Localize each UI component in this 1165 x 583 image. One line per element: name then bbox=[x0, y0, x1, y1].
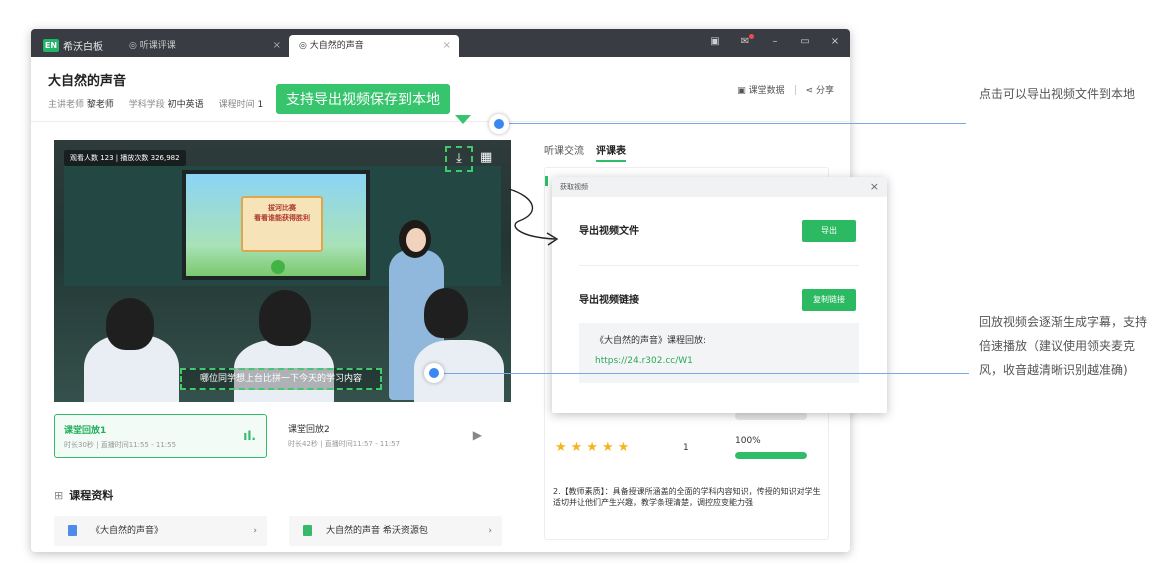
poster-subtitle: 看看谁能获得胜利 bbox=[254, 214, 310, 222]
export-callout: 支持导出视频保存到本地 bbox=[276, 84, 450, 114]
chevron-right-icon: › bbox=[488, 526, 492, 536]
segment-meta: 时长42秒 | 直播时间11:57 - 11:57 bbox=[288, 440, 401, 448]
course-meta: 主讲老师 黎老师 学科学段 初中英语 课程时间 1 bbox=[48, 97, 275, 110]
leader-line bbox=[506, 123, 966, 124]
play-icon bbox=[271, 260, 285, 274]
curved-arrow-icon bbox=[508, 188, 559, 246]
share-label: 分享 bbox=[815, 86, 834, 96]
star-rating: ★★★★★ bbox=[555, 440, 634, 455]
play-icon[interactable]: ▶ bbox=[473, 428, 482, 442]
window-controls: ▣ ✉ – ▭ × bbox=[708, 34, 842, 49]
materials-heading: ⊞ 课程资料 bbox=[54, 487, 113, 503]
header-divider bbox=[31, 121, 850, 122]
feedback-icon[interactable]: ▣ bbox=[708, 35, 722, 49]
notification-dot bbox=[749, 34, 754, 39]
app-logo: EN bbox=[43, 39, 59, 52]
callout-tail bbox=[455, 115, 471, 124]
share-button[interactable]: ⋖ 分享 bbox=[806, 83, 834, 96]
materials-title: 课程资料 bbox=[69, 489, 114, 502]
rating-count: 1 bbox=[683, 443, 689, 453]
close-icon[interactable]: × bbox=[870, 177, 879, 197]
download-icon[interactable]: ⤓ bbox=[445, 146, 473, 172]
progress-bar-track bbox=[735, 412, 807, 420]
divider bbox=[794, 84, 796, 95]
poster-title: 拔河比赛 bbox=[268, 204, 296, 212]
link-title: 《大自然的声音》课程回放: bbox=[595, 336, 707, 346]
classroom-screen: 拔河比赛 看看谁能获得胜利 bbox=[182, 170, 370, 280]
app-title: 希沃白板 bbox=[63, 42, 103, 53]
tab-label: 听课评课 bbox=[139, 41, 176, 51]
segment-title: 课堂回放2 bbox=[288, 425, 330, 435]
globe-icon: ◎ bbox=[129, 41, 140, 51]
export-link-label: 导出视频链接 bbox=[579, 295, 639, 306]
export-button[interactable]: 导出 bbox=[802, 220, 856, 242]
segment-title: 课堂回放1 bbox=[64, 426, 107, 436]
marker-dot bbox=[489, 114, 509, 134]
material-item[interactable]: 大自然的声音 希沃资源包 › bbox=[289, 516, 502, 546]
document-icon bbox=[68, 525, 77, 536]
lecturer-label: 主讲老师 bbox=[48, 100, 85, 110]
close-window-icon[interactable]: × bbox=[828, 35, 842, 49]
screen-content: 拔河比赛 看看谁能获得胜利 bbox=[186, 174, 366, 276]
rating-percent: 100% bbox=[735, 436, 761, 446]
video-player[interactable]: 拔河比赛 看看谁能获得胜利 观看人数 123 | 播放次数 326,982 ⤓ … bbox=[54, 140, 511, 402]
subject-value: 初中英语 bbox=[167, 100, 204, 110]
globe-icon: ◎ bbox=[299, 41, 310, 51]
export-note: 点击可以导出视频文件到本地 bbox=[979, 87, 1136, 101]
rating-progress-bar bbox=[735, 452, 807, 459]
tab-close-icon[interactable]: × bbox=[273, 35, 281, 57]
dialog-header: 获取视频 × bbox=[552, 177, 887, 197]
segment-meta: 时长30秒 | 直播时间11:55 - 11:55 bbox=[64, 441, 177, 449]
evaluation-comment: 2.【教师素质】：具备授课所涵盖的全面的学科内容知识，传授的知识对学生适切并让他… bbox=[553, 487, 821, 507]
chart-icon: ▣ bbox=[737, 86, 749, 96]
export-file-label: 导出视频文件 bbox=[579, 226, 639, 237]
chevron-right-icon: › bbox=[253, 526, 257, 536]
maximize-icon[interactable]: ▭ bbox=[798, 35, 812, 49]
dialog-divider bbox=[579, 265, 859, 266]
grid-icon: ⊞ bbox=[54, 489, 64, 502]
get-video-dialog: 获取视频 × 导出视频文件 导出 导出视频链接 复制链接 《大自然的声音》课程回… bbox=[552, 177, 887, 413]
lecturer-value: 黎老师 bbox=[86, 100, 114, 110]
teacher-face bbox=[406, 228, 426, 252]
subject-label: 学科学段 bbox=[128, 100, 165, 110]
time-label: 课程时间 bbox=[218, 100, 255, 110]
time-value: 1 bbox=[257, 100, 264, 110]
playback-segment-2[interactable]: 课堂回放2 时长42秒 | 直播时间11:57 - 11:57 ▶ bbox=[279, 414, 492, 458]
playing-icon: ıl. bbox=[243, 429, 256, 443]
leader-line bbox=[442, 373, 969, 374]
playback-segment-1[interactable]: 课堂回放1 时长30秒 | 直播时间11:55 - 11:55 ıl. bbox=[54, 414, 267, 458]
link-box: 《大自然的声音》课程回放: https://24.r302.cc/W1 bbox=[579, 323, 859, 383]
header-actions: ▣ 课堂数据 ⋖ 分享 bbox=[737, 83, 834, 96]
right-tabs: 听课交流 评课表 bbox=[544, 142, 626, 162]
tab-course[interactable]: ◎ 大自然的声音 × bbox=[289, 35, 459, 57]
video-subtitle: 哪位同学想上台比拼一下今天的学习内容 bbox=[180, 368, 382, 390]
tab-close-icon[interactable]: × bbox=[443, 35, 451, 57]
link-url[interactable]: https://24.r302.cc/W1 bbox=[595, 356, 843, 366]
marker-dot bbox=[424, 363, 444, 383]
tab-listen-evaluate[interactable]: ◎ 听课评课 × bbox=[119, 35, 289, 57]
minimize-icon[interactable]: – bbox=[768, 35, 782, 49]
mail-icon[interactable]: ✉ bbox=[738, 34, 754, 49]
material-label: 《大自然的声音》 bbox=[91, 526, 164, 536]
view-stats-badge: 观看人数 123 | 播放次数 326,982 bbox=[64, 150, 186, 166]
student-head bbox=[259, 290, 311, 346]
material-label: 大自然的声音 希沃资源包 bbox=[326, 526, 428, 536]
rating-progress-fill bbox=[735, 452, 807, 459]
file-icon bbox=[303, 525, 312, 536]
student-head bbox=[106, 298, 154, 350]
class-data-button[interactable]: ▣ 课堂数据 bbox=[737, 83, 784, 96]
copy-link-button[interactable]: 复制链接 bbox=[802, 289, 856, 311]
title-bar: EN 希沃白板 ◎ 听课评课 × ◎ 大自然的声音 × ▣ ✉ – ▭ × bbox=[31, 29, 850, 57]
student-head bbox=[424, 288, 468, 338]
page-title: 大自然的声音 bbox=[48, 74, 127, 89]
qr-code-icon[interactable]: ▦ bbox=[480, 150, 492, 165]
game-poster: 拔河比赛 看看谁能获得胜利 bbox=[241, 196, 323, 252]
tab-label: 大自然的声音 bbox=[309, 41, 364, 51]
tab-discussion[interactable]: 听课交流 bbox=[544, 142, 584, 162]
subtitle-note: 回放视频会逐渐生成字幕，支持倍速播放（建议使用领夹麦克风，收音越清晰识别越准确) bbox=[979, 315, 1148, 377]
class-data-label: 课堂数据 bbox=[748, 86, 785, 96]
tab-evaluation[interactable]: 评课表 bbox=[596, 142, 626, 162]
material-item[interactable]: 《大自然的声音》 › bbox=[54, 516, 267, 546]
share-icon: ⋖ bbox=[805, 86, 816, 96]
